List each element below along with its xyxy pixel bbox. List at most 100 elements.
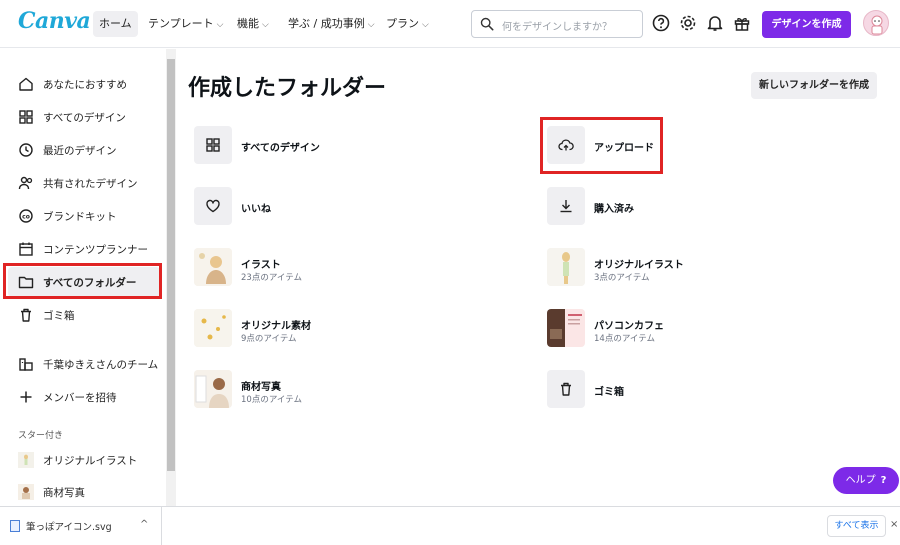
sidebar-item-shared[interactable]: 共有されたデザイン [8,168,160,198]
folder-item-count: 14点のアイテム [594,334,655,344]
download-bar: 筆っぽアイコン.svg ^ すべて表示 × [0,506,900,545]
folder-tile [547,370,585,408]
nav-learn[interactable]: 学ぶ / 成功事例 ⌵ [282,11,381,37]
sidebar-item-content-planner[interactable]: コンテンツプランナー [8,234,160,264]
download-item[interactable]: 筆っぽアイコン.svg [10,519,112,533]
chevron-down-icon: ⌵ [422,20,429,30]
chevron-down-icon: ⌵ [262,20,269,30]
sidebar-item-label: 千葉ゆきえさんのチーム [43,359,159,371]
canva-logo[interactable]: Canva [18,8,91,34]
folder-name: すべてのデザイン [241,143,320,154]
sidebar-item-team[interactable]: 千葉ゆきえさんのチーム [8,349,160,379]
materials-thumbnail [194,309,232,347]
folder-pc-cafe[interactable]: パソコンカフェ 14点のアイテム [547,309,747,349]
download-file-name: 筆っぽアイコン.svg [26,522,112,533]
search-icon [480,17,494,31]
nav-features[interactable]: 機能 ⌵ [231,11,275,37]
folder-name: 購入済み [594,204,634,215]
gear-icon[interactable] [678,13,698,33]
sidebar-item-recent[interactable]: 最近のデザイン [8,135,160,165]
folder-purchased[interactable]: 購入済み [547,187,747,227]
nav-features-label: 機能 [237,17,259,30]
folder-thumbnail [194,370,232,408]
plus-icon [20,391,32,403]
create-design-button[interactable]: デザインを作成 [762,11,851,38]
folder-thumbnail [18,484,34,500]
sidebar-item-invite[interactable]: メンバーを招待 [8,382,160,412]
folder-illustrations[interactable]: イラスト 23点のアイテム [194,248,394,288]
sidebar-item-trash[interactable]: ゴミ箱 [8,300,160,330]
nav-templates[interactable]: テンプレート ⌵ [142,11,230,37]
help-button-label: ヘルプ [845,475,876,486]
search-bar[interactable]: 何をデザインしますか？ [471,10,643,38]
highlight-box [540,117,663,174]
sidebar-scrollbar[interactable] [166,49,176,506]
folder-thumbnail [18,452,34,468]
folder-tile [547,187,585,225]
folder-tile [194,187,232,225]
scrollbar-thumb[interactable] [167,59,175,471]
folder-original-illustrations[interactable]: オリジナルイラスト 3点のアイテム [547,248,747,288]
folder-trash[interactable]: ゴミ箱 [547,370,747,410]
brand-icon: co [19,209,33,223]
illustration-thumbnail [194,248,232,286]
new-folder-button[interactable]: 新しいフォルダーを作成 [751,72,877,99]
folder-tile [194,126,232,164]
close-icon[interactable]: × [890,519,898,530]
starred-item-original-illust[interactable]: オリジナルイラスト [8,445,160,475]
folder-item-count: 9点のアイテム [241,334,297,344]
gift-icon[interactable] [732,13,752,33]
folder-name: ゴミ箱 [594,387,624,398]
bell-icon[interactable] [705,13,725,33]
illustration-thumbnail [547,248,585,286]
help-button[interactable]: ヘルプ? [833,467,899,494]
sidebar-item-all-designs[interactable]: すべてのデザイン [8,102,160,132]
page-title: 作成したフォルダー [188,76,387,101]
photo-thumbnail [194,370,232,408]
folder-name: イラスト [241,260,281,271]
avatar[interactable] [863,10,889,36]
folder-name: パソコンカフェ [594,321,664,332]
heart-icon [206,199,220,213]
folder-likes[interactable]: いいね [194,187,394,227]
folder-name: オリジナル素材 [241,321,311,332]
sidebar-item-label: コンテンツプランナー [43,244,148,256]
sidebar-item-brand-kit[interactable]: co ブランドキット [8,201,160,231]
team-icon [19,358,33,371]
folder-thumbnail [194,248,232,286]
avatar-illustration [871,15,883,35]
folder-all-designs[interactable]: すべてのデザイン [194,126,394,166]
file-icon [10,520,20,532]
pc-cafe-thumbnail [547,309,585,347]
folder-thumbnail [194,309,232,347]
calendar-icon [19,242,33,256]
starred-section-label: スター付き [18,431,64,441]
divider [161,507,162,545]
search-input[interactable]: 何をデザインしますか？ [502,18,612,33]
download-icon [560,200,572,213]
sidebar-item-label: ブランドキット [43,211,117,223]
folder-original-materials[interactable]: オリジナル素材 9点のアイテム [194,309,394,349]
folder-item-count: 3点のアイテム [594,273,650,283]
help-circle-icon[interactable] [651,13,671,33]
chevron-up-icon[interactable]: ^ [140,519,148,530]
question-mark-icon: ? [880,475,887,486]
sidebar-item-label: あなたにおすすめ [43,79,127,91]
trash-icon [561,382,571,396]
clock-icon [19,143,33,157]
highlight-box [3,263,162,299]
nav-home[interactable]: ホーム [93,11,138,37]
nav-home-label: ホーム [99,17,132,30]
sidebar-item-label: すべてのデザイン [43,112,126,124]
sidebar-item-recommended[interactable]: あなたにおすすめ [8,69,160,99]
sidebar-item-label: メンバーを招待 [43,392,117,404]
grid-icon [19,110,33,124]
folder-product-photos[interactable]: 商材写真 10点のアイテム [194,370,394,410]
people-icon [18,176,33,190]
trash-icon [21,308,31,322]
starred-item-product-photos[interactable]: 商材写真 [8,477,160,507]
nav-plans[interactable]: プラン ⌵ [380,11,435,37]
show-all-button[interactable]: すべて表示 [827,515,886,537]
sidebar-item-label: ゴミ箱 [43,310,75,322]
sidebar-item-label: 共有されたデザイン [43,178,138,190]
